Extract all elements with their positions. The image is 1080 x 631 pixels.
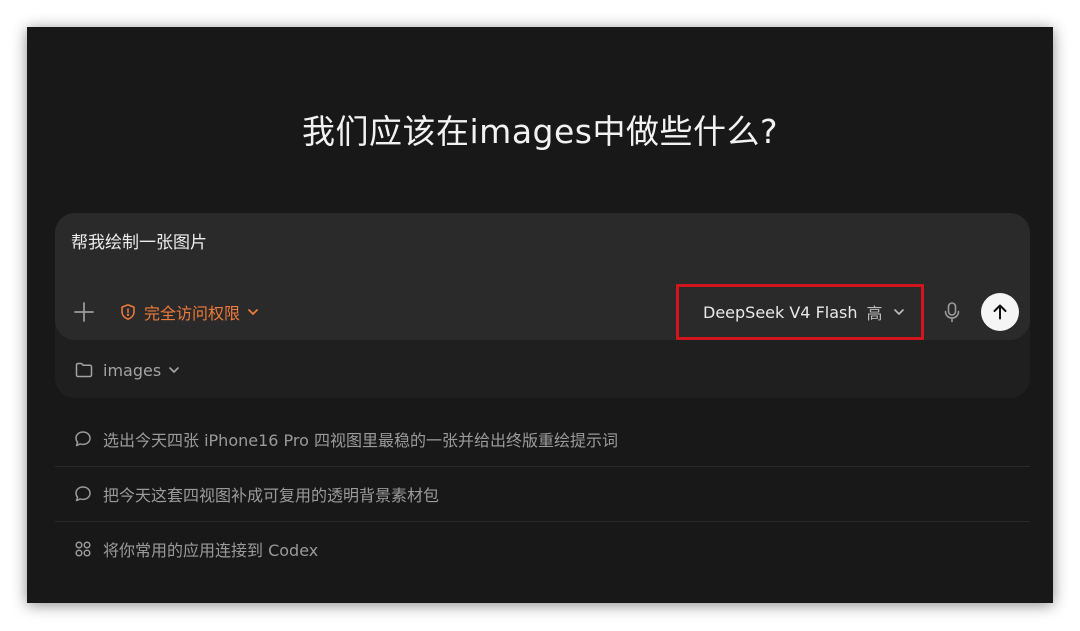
- chat-bubble-icon: [75, 431, 91, 447]
- chat-bubble-icon: [75, 486, 91, 502]
- shield-alert-icon: [121, 304, 135, 320]
- workspace-folder-selector[interactable]: images: [75, 356, 181, 384]
- suggestion-text: 选出今天四张 iPhone16 Pro 四视图里最稳的一张并给出终版重绘提示词: [103, 431, 619, 450]
- plus-icon[interactable]: [72, 300, 96, 324]
- microphone-icon[interactable]: [941, 300, 963, 324]
- prompt-input[interactable]: 帮我绘制一张图片: [71, 230, 207, 256]
- chevron-down-icon: [248, 309, 258, 315]
- suggestion-item[interactable]: 将你常用的应用连接到 Codex: [55, 522, 1030, 576]
- reasoning-effort: 高: [866, 304, 883, 323]
- page-title: 我们应该在images中做些什么?: [302, 112, 778, 151]
- access-permission-dropdown[interactable]: 完全访问权限: [119, 298, 260, 326]
- chevron-down-icon: [169, 367, 180, 373]
- model-name: DeepSeek V4 Flash: [703, 302, 858, 322]
- model-selector[interactable]: DeepSeek V4 Flash 高: [703, 298, 906, 326]
- access-permission-label: 完全访问权限: [144, 304, 241, 323]
- arrow-up-icon: [993, 304, 1007, 320]
- apps-grid-icon: [75, 541, 91, 557]
- suggestion-text: 把今天这套四视图补成可复用的透明背景素材包: [103, 486, 440, 505]
- workspace-folder-label: images: [103, 360, 162, 380]
- suggestion-text: 将你常用的应用连接到 Codex: [103, 541, 319, 560]
- chevron-down-icon: [893, 309, 904, 315]
- send-button[interactable]: [981, 293, 1019, 331]
- folder-icon: [75, 362, 93, 378]
- suggestion-item[interactable]: 把今天这套四视图补成可复用的透明背景素材包: [55, 467, 1030, 521]
- suggestion-item[interactable]: 选出今天四张 iPhone16 Pro 四视图里最稳的一张并给出终版重绘提示词: [55, 412, 1030, 466]
